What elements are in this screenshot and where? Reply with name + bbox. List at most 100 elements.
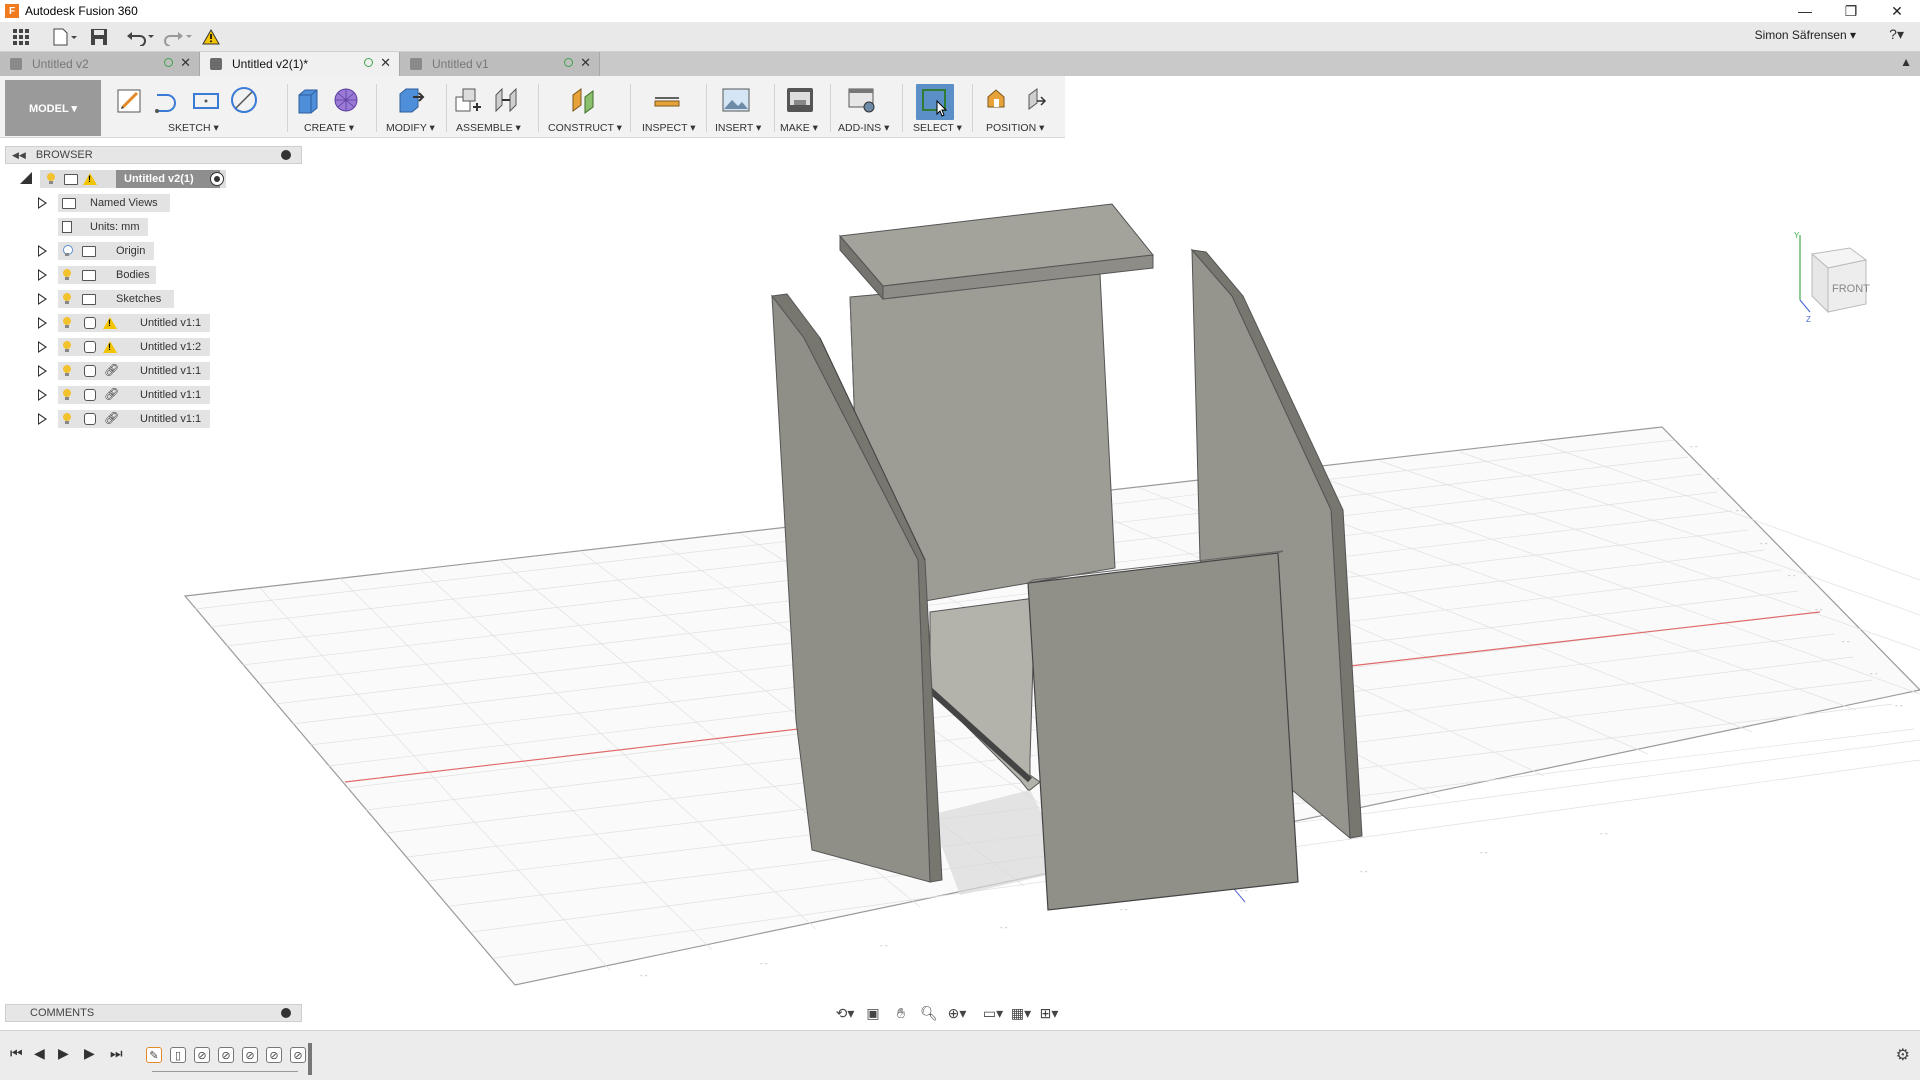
go-to-end-icon[interactable]: ⏭ bbox=[110, 1045, 123, 1062]
viewports-icon[interactable]: ⊞▾ bbox=[1039, 1004, 1059, 1022]
sketch-menu[interactable]: SKETCH ▾ bbox=[168, 122, 219, 134]
timeline-joint-feature[interactable]: ⊘ bbox=[194, 1047, 210, 1063]
save-icon[interactable] bbox=[90, 24, 108, 50]
file-menu-icon[interactable] bbox=[52, 24, 78, 50]
expand-arrow-icon[interactable] bbox=[38, 317, 47, 329]
document-tab[interactable]: Untitled v2 ✕ bbox=[0, 52, 200, 76]
workspace-switcher[interactable]: MODEL ▾ bbox=[5, 80, 101, 136]
display-settings-icon[interactable]: ▭▾ bbox=[983, 1004, 1003, 1022]
timeline-joint-feature[interactable]: ⊘ bbox=[290, 1047, 306, 1063]
assemble-menu[interactable]: ASSEMBLE ▾ bbox=[456, 122, 521, 134]
document-tab[interactable]: Untitled v1 ✕ bbox=[400, 52, 600, 76]
joint-icon[interactable] bbox=[490, 84, 522, 116]
inspect-menu[interactable]: INSPECT ▾ bbox=[642, 122, 696, 134]
visibility-bulb-icon[interactable] bbox=[62, 269, 72, 281]
expand-arrow-icon[interactable] bbox=[38, 197, 47, 209]
extrude-icon[interactable] bbox=[292, 84, 324, 116]
expand-arrow-icon[interactable] bbox=[38, 293, 47, 305]
data-panel-grid-icon[interactable] bbox=[12, 24, 30, 50]
close-tab-icon[interactable]: ✕ bbox=[380, 55, 391, 71]
expand-arrow-icon[interactable] bbox=[38, 245, 47, 257]
select-menu[interactable]: SELECT ▾ bbox=[913, 122, 962, 134]
modify-menu[interactable]: MODIFY ▾ bbox=[386, 122, 435, 134]
construct-menu[interactable]: CONSTRUCT ▾ bbox=[548, 122, 622, 134]
timeline-joint-feature[interactable]: ⊘ bbox=[266, 1047, 282, 1063]
select-icon[interactable] bbox=[916, 84, 954, 120]
position-menu[interactable]: POSITION ▾ bbox=[986, 122, 1044, 134]
line-icon[interactable] bbox=[152, 84, 184, 116]
body-top-lid[interactable] bbox=[839, 203, 1154, 301]
expand-arrow-icon[interactable] bbox=[38, 365, 47, 377]
circle-icon[interactable] bbox=[228, 84, 260, 116]
press-pull-icon[interactable] bbox=[394, 84, 426, 116]
zoom-window-icon[interactable]: ⊕▾ bbox=[947, 1004, 967, 1022]
insert-menu[interactable]: INSERT ▾ bbox=[715, 122, 761, 134]
expand-arrow-icon[interactable] bbox=[38, 341, 47, 353]
pin-panel-icon[interactable] bbox=[281, 150, 291, 160]
close-tab-icon[interactable]: ✕ bbox=[180, 55, 191, 71]
user-menu[interactable]: Simon Säfrensen ▾ bbox=[1755, 28, 1856, 42]
undo-icon[interactable] bbox=[126, 24, 156, 50]
scripts-addins-icon[interactable] bbox=[846, 84, 878, 116]
restore-icon[interactable]: ❐ bbox=[1828, 0, 1874, 22]
expand-arrow-icon[interactable] bbox=[38, 389, 47, 401]
settings-gear-icon[interactable]: ⚙ bbox=[1896, 1045, 1910, 1065]
offset-plane-icon[interactable] bbox=[568, 84, 600, 116]
orbit-icon[interactable]: ⟲▾ bbox=[835, 1004, 855, 1022]
help-icon[interactable]: ?▾ bbox=[1889, 26, 1904, 43]
viewcube[interactable]: Y Z FRONT bbox=[1792, 230, 1882, 325]
step-forward-icon[interactable]: ▶ bbox=[84, 1045, 95, 1062]
canvas-viewport[interactable]: - -- -- - - -- -- - - -- -- - - -- -- - … bbox=[0, 138, 1920, 1020]
visibility-bulb-icon[interactable] bbox=[62, 365, 72, 377]
revert-position-icon[interactable] bbox=[1020, 84, 1052, 116]
new-component-icon[interactable] bbox=[452, 84, 484, 116]
visibility-bulb-icon[interactable] bbox=[62, 317, 72, 329]
timeline-component-feature[interactable]: ▯ bbox=[170, 1047, 186, 1063]
tree-root[interactable]: Untitled v2(1) bbox=[20, 170, 260, 188]
rectangle-icon[interactable] bbox=[190, 84, 222, 116]
addins-menu[interactable]: ADD-INS ▾ bbox=[838, 122, 889, 134]
add-comment-icon[interactable] bbox=[281, 1008, 291, 1018]
expand-arrow-icon[interactable] bbox=[38, 413, 47, 425]
timeline-joint-feature[interactable]: ⊘ bbox=[242, 1047, 258, 1063]
activate-radio-icon[interactable] bbox=[210, 172, 224, 186]
collapse-panel-icon[interactable]: ◀◀ bbox=[12, 150, 26, 161]
body-front-panel[interactable] bbox=[1027, 550, 1299, 911]
minimize-icon[interactable]: — bbox=[1782, 0, 1828, 22]
visibility-bulb-off-icon[interactable] bbox=[62, 245, 73, 257]
comments-panel-header[interactable]: COMMENTS bbox=[5, 1004, 302, 1022]
3d-print-icon[interactable] bbox=[784, 84, 816, 116]
timeline-joint-feature[interactable]: ⊘ bbox=[218, 1047, 234, 1063]
visibility-bulb-icon[interactable] bbox=[62, 413, 72, 425]
warning-icon[interactable] bbox=[202, 24, 220, 50]
create-sketch-icon[interactable] bbox=[114, 84, 146, 116]
timeline-sketch-feature[interactable]: ✎ bbox=[146, 1047, 162, 1063]
pan-hand-icon[interactable]: ✋︎ bbox=[891, 1004, 911, 1022]
document-tab-active[interactable]: Untitled v2(1)* ✕ bbox=[200, 52, 400, 76]
close-icon[interactable]: ✕ bbox=[1874, 0, 1920, 22]
collapse-triangle-icon[interactable] bbox=[20, 172, 32, 184]
visibility-bulb-icon[interactable] bbox=[62, 293, 72, 305]
redo-icon[interactable] bbox=[164, 24, 194, 50]
go-to-start-icon[interactable]: ⏮ bbox=[10, 1045, 23, 1062]
zoom-icon[interactable]: 🔍︎ bbox=[919, 1004, 939, 1022]
tab-overflow-icon[interactable]: ▲ bbox=[1900, 55, 1912, 69]
grid-settings-icon[interactable]: ▦▾ bbox=[1011, 1004, 1031, 1022]
expand-arrow-icon[interactable] bbox=[38, 269, 47, 281]
timeline-marker[interactable] bbox=[308, 1043, 312, 1075]
look-at-icon[interactable]: ▣ bbox=[863, 1004, 883, 1022]
make-menu[interactable]: MAKE ▾ bbox=[780, 122, 818, 134]
create-menu[interactable]: CREATE ▾ bbox=[304, 122, 354, 134]
visibility-bulb-icon[interactable] bbox=[62, 341, 72, 353]
measure-icon[interactable] bbox=[651, 84, 683, 116]
visibility-bulb-icon[interactable] bbox=[46, 173, 56, 185]
form-icon[interactable] bbox=[330, 84, 362, 116]
svg-text:- -: - - bbox=[1736, 506, 1744, 515]
capture-position-icon[interactable] bbox=[982, 84, 1014, 116]
3d-scene[interactable]: - -- -- - - -- -- - - -- -- - - -- -- - … bbox=[0, 138, 1920, 1020]
step-back-icon[interactable]: ◀ bbox=[34, 1045, 45, 1062]
play-icon[interactable]: ▶ bbox=[58, 1045, 69, 1062]
close-tab-icon[interactable]: ✕ bbox=[580, 55, 591, 71]
insert-image-icon[interactable] bbox=[720, 84, 752, 116]
visibility-bulb-icon[interactable] bbox=[62, 389, 72, 401]
